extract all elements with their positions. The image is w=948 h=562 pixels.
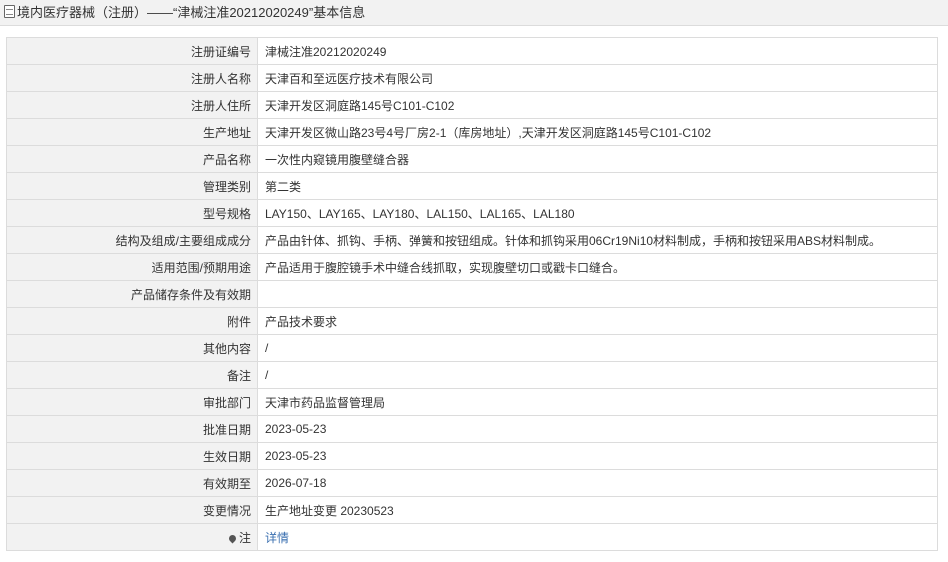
note-value-cell: 详情 xyxy=(257,523,938,551)
row-label: 注册人名称 xyxy=(6,64,258,92)
page-title: 境内医疗器械（注册）——“津械注准20212020249”基本信息 xyxy=(17,5,366,20)
table-row: 变更情况 生产地址变更 20230523 xyxy=(6,496,938,524)
row-value: 产品由针体、抓钩、手柄、弹簧和按钮组成。针体和抓钩采用06Cr19Ni10材料制… xyxy=(257,226,938,254)
details-link[interactable]: 详情 xyxy=(265,531,289,545)
table-row: 注册人住所 天津开发区洞庭路145号C101-C102 xyxy=(6,91,938,119)
note-label-cell: 注 xyxy=(6,523,258,551)
row-value: 产品适用于腹腔镜手术中缝合线抓取，实现腹壁切口或戳卡口缝合。 xyxy=(257,253,938,281)
row-label: 批准日期 xyxy=(6,415,258,443)
row-label: 审批部门 xyxy=(6,388,258,416)
location-pin-icon xyxy=(227,533,238,543)
table-row: 批准日期 2023-05-23 xyxy=(6,415,938,443)
row-label: 有效期至 xyxy=(6,469,258,497)
table-row: 结构及组成/主要组成成分 产品由针体、抓钩、手柄、弹簧和按钮组成。针体和抓钩采用… xyxy=(6,226,938,254)
row-value: 2023-05-23 xyxy=(257,415,938,443)
table-row: 管理类别 第二类 xyxy=(6,172,938,200)
row-label: 注册证编号 xyxy=(6,37,258,65)
row-value: 产品技术要求 xyxy=(257,307,938,335)
page-header: 境内医疗器械（注册）——“津械注准20212020249”基本信息 xyxy=(0,0,948,26)
document-icon xyxy=(4,5,15,18)
row-label: 管理类别 xyxy=(6,172,258,200)
note-row: 注 详情 xyxy=(6,523,938,551)
row-label: 其他内容 xyxy=(6,334,258,362)
table-row: 备注 / xyxy=(6,361,938,389)
row-value: 一次性内窥镜用腹壁缝合器 xyxy=(257,145,938,173)
table-row: 有效期至 2026-07-18 xyxy=(6,469,938,497)
row-label: 备注 xyxy=(6,361,258,389)
row-label: 适用范围/预期用途 xyxy=(6,253,258,281)
row-label: 附件 xyxy=(6,307,258,335)
table-row: 适用范围/预期用途 产品适用于腹腔镜手术中缝合线抓取，实现腹壁切口或戳卡口缝合。 xyxy=(6,253,938,281)
row-value: 2026-07-18 xyxy=(257,469,938,497)
row-label: 生效日期 xyxy=(6,442,258,470)
row-label: 结构及组成/主要组成成分 xyxy=(6,226,258,254)
table-row: 其他内容 / xyxy=(6,334,938,362)
table-row: 注册证编号 津械注准20212020249 xyxy=(6,37,938,65)
note-label: 注 xyxy=(238,530,251,545)
row-value: 生产地址变更 20230523 xyxy=(257,496,938,524)
table-row: 型号规格 LAY150、LAY165、LAY180、LAL150、LAL165、… xyxy=(6,199,938,227)
row-label: 变更情况 xyxy=(6,496,258,524)
row-label: 产品储存条件及有效期 xyxy=(6,280,258,308)
table-row: 注册人名称 天津百和至远医疗技术有限公司 xyxy=(6,64,938,92)
table-row: 产品储存条件及有效期 xyxy=(6,280,938,308)
row-label: 产品名称 xyxy=(6,145,258,173)
table-row: 产品名称 一次性内窥镜用腹壁缝合器 xyxy=(6,145,938,173)
row-value: 2023-05-23 xyxy=(257,442,938,470)
row-value: 天津开发区洞庭路145号C101-C102 xyxy=(257,91,938,119)
row-label: 注册人住所 xyxy=(6,91,258,119)
row-value: 天津百和至远医疗技术有限公司 xyxy=(257,64,938,92)
row-value: LAY150、LAY165、LAY180、LAL150、LAL165、LAL18… xyxy=(257,199,938,227)
row-value: 天津开发区微山路23号4号厂房2-1（库房地址）,天津开发区洞庭路145号C10… xyxy=(257,118,938,146)
table-row: 附件 产品技术要求 xyxy=(6,307,938,335)
table-row: 生产地址 天津开发区微山路23号4号厂房2-1（库房地址）,天津开发区洞庭路14… xyxy=(6,118,938,146)
row-value: 第二类 xyxy=(257,172,938,200)
row-value xyxy=(257,280,938,308)
row-value: / xyxy=(257,334,938,362)
table-row: 审批部门 天津市药品监督管理局 xyxy=(6,388,938,416)
row-value: / xyxy=(257,361,938,389)
detail-table: 注册证编号 津械注准20212020249 注册人名称 天津百和至远医疗技术有限… xyxy=(6,37,938,551)
row-label: 型号规格 xyxy=(6,199,258,227)
row-value: 津械注准20212020249 xyxy=(257,37,938,65)
row-value: 天津市药品监督管理局 xyxy=(257,388,938,416)
detail-container: 注册证编号 津械注准20212020249 注册人名称 天津百和至远医疗技术有限… xyxy=(0,26,948,551)
table-row: 生效日期 2023-05-23 xyxy=(6,442,938,470)
row-label: 生产地址 xyxy=(6,118,258,146)
